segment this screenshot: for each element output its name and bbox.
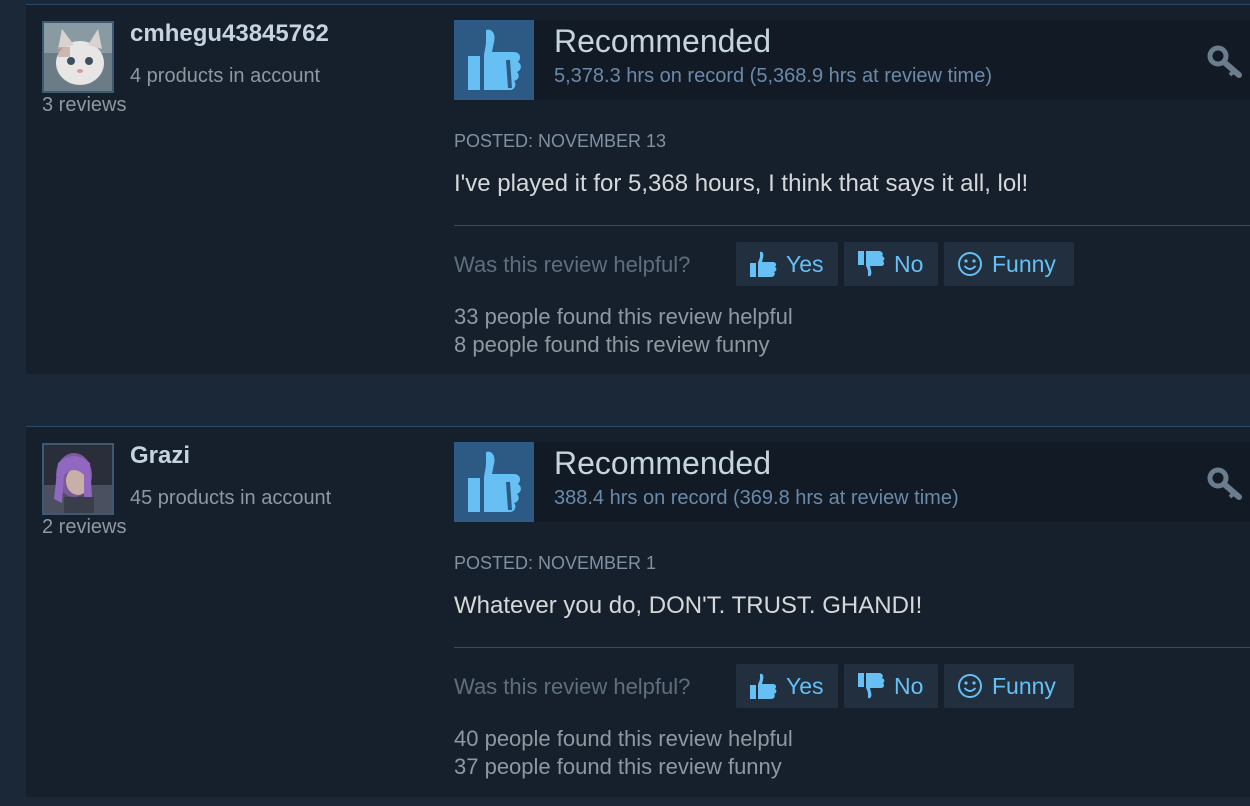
review-card: Grazi 45 products in account 2 reviews R… <box>26 426 1250 797</box>
reviewer-review-count[interactable]: 2 reviews <box>42 516 126 539</box>
vote-no-label: No <box>894 672 924 699</box>
posted-date: POSTED: NOVEMBER 13 <box>454 131 667 151</box>
reviewer-info: cmhegu43845762 4 products in account 3 r… <box>26 5 446 374</box>
smiley-icon <box>956 250 984 278</box>
reviewer-products[interactable]: 45 products in account <box>130 487 331 510</box>
reviewer-username[interactable]: Grazi <box>130 442 190 470</box>
vote-yes-label: Yes <box>786 672 824 699</box>
review-card: cmhegu43845762 4 products in account 3 r… <box>26 4 1250 374</box>
helpful-question: Was this review helpful? <box>454 674 691 699</box>
thumb-box <box>454 442 534 522</box>
review-stats: 33 people found this review helpful 8 pe… <box>454 303 793 359</box>
helpful-question: Was this review helpful? <box>454 252 691 277</box>
reviewer-avatar[interactable] <box>42 21 114 93</box>
divider <box>454 225 1250 226</box>
reviewer-username[interactable]: cmhegu43845762 <box>130 20 329 48</box>
funny-count: 8 people found this review funny <box>454 332 770 357</box>
thumb-box <box>454 20 534 100</box>
vote-header[interactable]: Recommended 5,378.3 hrs on record (5,368… <box>454 20 1250 100</box>
vote-funny-label: Funny <box>992 672 1056 699</box>
vote-no-label: No <box>894 250 924 277</box>
vote-funny-button[interactable]: Funny <box>944 664 1074 708</box>
key-icon[interactable] <box>1206 44 1244 80</box>
thumbs-up-small-icon <box>748 672 778 700</box>
vote-yes-button[interactable]: Yes <box>736 664 838 708</box>
vote-yes-label: Yes <box>786 250 824 277</box>
reviewer-review-count[interactable]: 3 reviews <box>42 94 126 117</box>
thumbs-down-small-icon <box>856 250 886 278</box>
thumbs-up-small-icon <box>748 250 778 278</box>
hours-on-record: 5,378.3 hrs on record (5,368.9 hrs at re… <box>554 65 992 87</box>
vote-no-button[interactable]: No <box>844 242 938 286</box>
verdict-title[interactable]: Recommended <box>554 23 771 60</box>
review-content: Whatever you do, DON'T. TRUST. GHANDI! <box>454 592 923 619</box>
helpful-count: 40 people found this review helpful <box>454 726 793 751</box>
review-stats: 40 people found this review helpful 37 p… <box>454 725 793 781</box>
vote-yes-button[interactable]: Yes <box>736 242 838 286</box>
vote-funny-label: Funny <box>992 250 1056 277</box>
reviewer-products[interactable]: 4 products in account <box>130 65 320 88</box>
vote-header[interactable]: Recommended 388.4 hrs on record (369.8 h… <box>454 442 1250 522</box>
reviewer-info: Grazi 45 products in account 2 reviews <box>26 427 446 797</box>
posted-date: POSTED: NOVEMBER 1 <box>454 553 657 573</box>
thumbs-up-icon <box>468 29 521 90</box>
vote-no-button[interactable]: No <box>844 664 938 708</box>
key-icon[interactable] <box>1206 466 1244 502</box>
review-content: I've played it for 5,368 hours, I think … <box>454 170 1029 197</box>
thumbs-down-small-icon <box>856 672 886 700</box>
smiley-icon <box>956 672 984 700</box>
reviewer-avatar[interactable] <box>42 443 114 515</box>
helpful-count: 33 people found this review helpful <box>454 304 793 329</box>
hours-on-record: 388.4 hrs on record (369.8 hrs at review… <box>554 487 959 509</box>
thumbs-up-icon <box>468 451 521 512</box>
vote-funny-button[interactable]: Funny <box>944 242 1074 286</box>
divider <box>454 647 1250 648</box>
funny-count: 37 people found this review funny <box>454 754 782 779</box>
verdict-title[interactable]: Recommended <box>554 445 771 482</box>
